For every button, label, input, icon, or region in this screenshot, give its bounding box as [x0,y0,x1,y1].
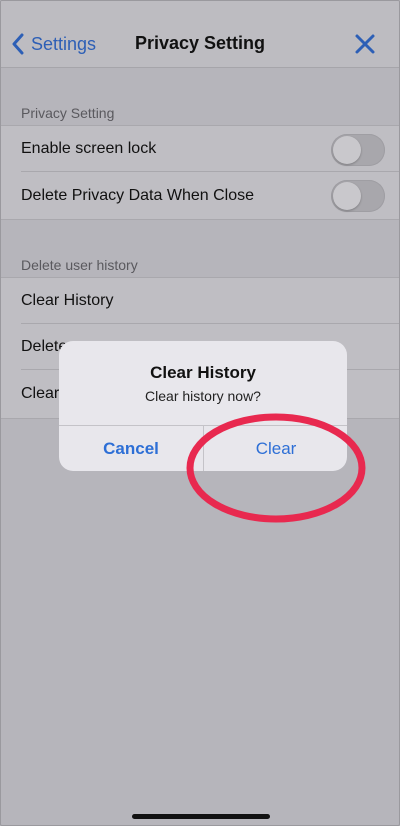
toggle-knob [333,136,361,164]
navigation-bar: Settings Privacy Setting [1,1,399,68]
delete-privacy-data-toggle[interactable] [331,180,385,212]
clear-row-label: Clear [21,385,60,402]
enable-screen-lock-label: Enable screen lock [21,140,157,157]
cancel-button[interactable]: Cancel [59,426,203,471]
dialog-title: Clear History [150,363,256,382]
close-icon [355,34,375,54]
divider [1,219,399,220]
page-title: Privacy Setting [134,33,266,53]
enable-screen-lock-toggle[interactable] [331,134,385,166]
clear-history-dialog: Clear History Clear history now? Cancel … [59,341,347,471]
home-indicator [132,814,270,819]
clear-history-label: Clear History [21,292,114,309]
delete-privacy-data-label: Delete Privacy Data When Close [21,186,254,204]
app-screen: Settings Privacy Setting Privacy Setting… [0,0,400,826]
enable-screen-lock-row: Enable screen lock [1,126,399,172]
close-button[interactable] [353,32,377,56]
clear-button[interactable]: Clear [204,426,347,471]
toggle-knob [333,182,361,210]
clear-history-row[interactable]: Clear History [1,278,399,324]
dialog-message: Clear history now? [145,388,261,404]
delete-privacy-data-row: Delete Privacy Data When Close [1,172,399,219]
section-header-privacy: Privacy Setting [21,105,115,121]
section-header-history: Delete user history [21,257,138,273]
